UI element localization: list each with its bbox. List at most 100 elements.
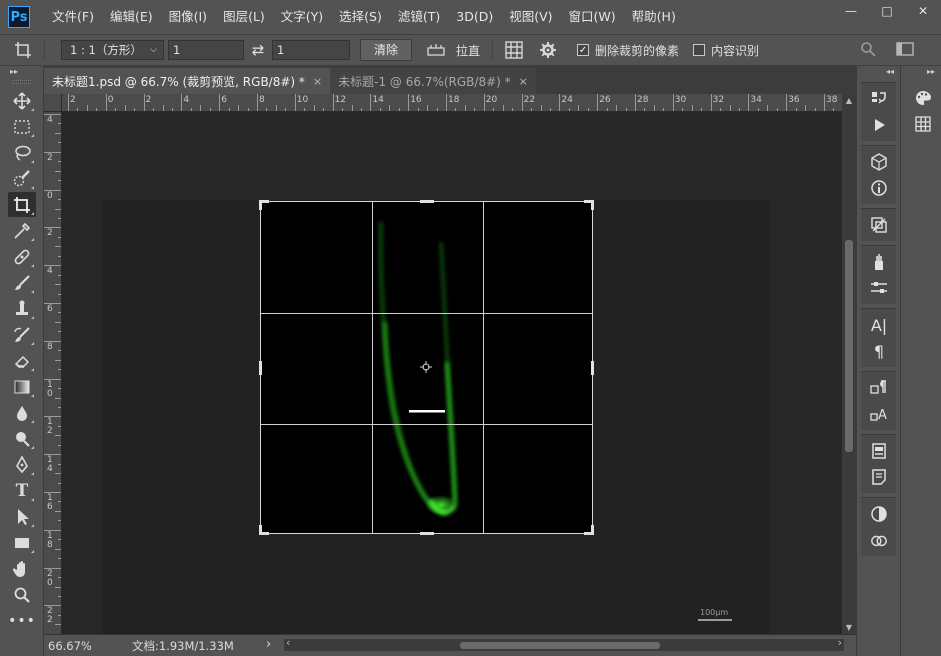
path-selection-tool-icon[interactable] xyxy=(8,504,36,529)
menu-item[interactable]: 选择(S) xyxy=(331,0,390,34)
scroll-down-icon[interactable]: ▼ xyxy=(842,623,856,632)
notes-panel-icon[interactable] xyxy=(861,464,897,490)
adjustments-panel-icon[interactable] xyxy=(861,275,897,301)
crop-handle-left[interactable] xyxy=(259,361,262,375)
menu-item[interactable]: 图层(L) xyxy=(215,0,273,34)
horizontal-ruler[interactable]: 2 0 2 4 6 8 10 12 14 16 18 20 22 24 26 28 30 32 34 36 38 xyxy=(62,94,842,112)
type-tool-icon[interactable]: T xyxy=(8,478,36,503)
ruler-tick xyxy=(294,94,296,111)
channels-panel-icon[interactable] xyxy=(861,212,897,238)
eraser-tool-icon[interactable] xyxy=(8,348,36,373)
more-tools-icon[interactable]: ••• xyxy=(8,608,36,633)
info-panel-icon[interactable] xyxy=(861,175,897,201)
search-icon[interactable] xyxy=(860,41,876,60)
swap-dimensions-icon[interactable]: ⇄ xyxy=(244,41,272,59)
collapse-panels-icon[interactable]: ◂◂ xyxy=(857,66,900,78)
history-brush-tool-icon[interactable] xyxy=(8,322,36,347)
scroll-left-icon[interactable]: ‹ xyxy=(286,636,290,649)
marquee-tool-icon[interactable] xyxy=(8,114,36,139)
menu-item[interactable]: 3D(D) xyxy=(448,0,501,34)
menu-item[interactable]: 图像(I) xyxy=(161,0,215,34)
clear-button[interactable]: 清除 xyxy=(360,39,412,61)
collapse-panels-icon[interactable]: ▸▸ xyxy=(901,66,941,78)
character-styles-icon[interactable]: A xyxy=(861,401,897,427)
menu-item[interactable]: 视图(V) xyxy=(501,0,560,34)
dodge-tool-icon[interactable] xyxy=(8,426,36,451)
close-icon[interactable]: × xyxy=(519,75,528,88)
horizontal-scroll-thumb[interactable] xyxy=(460,642,660,649)
crop-box[interactable] xyxy=(259,200,594,535)
menu-item[interactable]: 帮助(H) xyxy=(624,0,684,34)
crop-handle-bottom-right[interactable] xyxy=(591,525,594,535)
gradient-tool-icon[interactable] xyxy=(8,374,36,399)
crop-handle-bottom[interactable] xyxy=(420,532,434,535)
crop-height-input[interactable]: 1 xyxy=(272,40,350,60)
vertical-scrollbar[interactable]: ▲ ▼ xyxy=(842,94,856,634)
menu-item[interactable]: 窗口(W) xyxy=(561,0,624,34)
straighten-button[interactable]: 拉直 xyxy=(426,42,480,59)
menu-item[interactable]: 文件(F) xyxy=(44,0,102,34)
crop-handle-bottom-left[interactable] xyxy=(259,525,262,535)
paragraph-styles-icon[interactable] xyxy=(861,375,897,401)
zoom-level[interactable]: 66.67% xyxy=(48,639,118,653)
clone-stamp-tool-icon[interactable] xyxy=(8,296,36,321)
character-panel-icon[interactable]: A| xyxy=(861,312,897,338)
actions-panel-icon[interactable] xyxy=(861,112,897,138)
brush-presets-icon[interactable] xyxy=(861,249,897,275)
ruler-tick xyxy=(55,548,61,550)
palette-panel-icon[interactable] xyxy=(905,85,941,111)
brush-tool-icon[interactable] xyxy=(8,270,36,295)
close-window-button[interactable]: ✕ xyxy=(905,0,941,22)
blur-tool-icon[interactable] xyxy=(8,400,36,425)
history-panel-icon[interactable] xyxy=(861,86,897,112)
eyedropper-tool-icon[interactable] xyxy=(8,218,36,243)
rectangle-tool-icon[interactable] xyxy=(8,530,36,555)
vertical-ruler[interactable]: 4 2 0 2 4 6 8 1 0 1 2 1 4 1 6 1 8 2 0 2 2 xyxy=(44,112,62,634)
pen-tool-icon[interactable] xyxy=(8,452,36,477)
lasso-tool-icon[interactable] xyxy=(8,140,36,165)
minimize-button[interactable]: — xyxy=(833,0,869,22)
crop-tool-icon[interactable] xyxy=(8,192,36,217)
crop-width-input[interactable]: 1 xyxy=(168,40,244,60)
crop-tool-preset-icon[interactable] xyxy=(8,41,38,59)
delete-cropped-checkbox[interactable]: ✓ xyxy=(577,44,590,56)
canvas-area[interactable]: 100μm xyxy=(62,112,842,634)
move-tool-icon[interactable] xyxy=(8,88,36,113)
crop-handle-right[interactable] xyxy=(591,361,594,375)
zoom-tool-icon[interactable] xyxy=(8,582,36,607)
paragraph-panel-icon[interactable]: ¶ xyxy=(861,338,897,364)
color-panel-icon[interactable] xyxy=(861,501,897,527)
menu-item[interactable]: 编辑(E) xyxy=(102,0,161,34)
layer-comps-icon[interactable] xyxy=(861,438,897,464)
menu-item[interactable]: 文字(Y) xyxy=(273,0,331,34)
maximize-button[interactable]: □ xyxy=(869,0,905,22)
crop-handle-top-right[interactable] xyxy=(591,200,594,210)
scroll-right-icon[interactable]: › xyxy=(838,636,842,649)
delete-cropped-pixels-option[interactable]: ✓ 删除裁剪的像素 xyxy=(577,42,679,59)
content-aware-option[interactable]: 内容识别 xyxy=(693,42,759,59)
crop-handle-top[interactable] xyxy=(420,200,434,203)
gear-icon[interactable] xyxy=(533,42,563,58)
quick-selection-tool-icon[interactable] xyxy=(8,166,36,191)
hand-tool-icon[interactable] xyxy=(8,556,36,581)
crop-ratio-select[interactable]: 1 : 1（方形） ⌵ xyxy=(61,40,164,60)
ruler-origin[interactable] xyxy=(44,94,62,112)
vertical-scroll-thumb[interactable] xyxy=(845,240,853,452)
overlay-grid-icon[interactable] xyxy=(499,41,529,59)
close-icon[interactable]: × xyxy=(313,75,322,88)
scroll-up-icon[interactable]: ▲ xyxy=(842,96,856,105)
content-aware-checkbox[interactable] xyxy=(693,44,706,56)
collapse-tools-icon[interactable]: ▸▸ xyxy=(0,66,43,78)
horizontal-scrollbar[interactable]: ‹ › xyxy=(284,636,844,651)
crop-handle-top-left[interactable] xyxy=(259,200,262,210)
tools-panel-grip[interactable] xyxy=(12,80,31,84)
swatches-panel-icon[interactable] xyxy=(905,111,941,137)
menu-item[interactable]: 滤镜(T) xyxy=(390,0,448,34)
creative-cloud-libraries-icon[interactable] xyxy=(861,527,897,553)
healing-brush-tool-icon[interactable] xyxy=(8,244,36,269)
tab-document-2[interactable]: 未标题-1 @ 66.7%(RGB/8#) * × xyxy=(330,68,536,94)
3d-panel-icon[interactable] xyxy=(861,149,897,175)
status-menu-arrow-icon[interactable]: › xyxy=(266,637,271,652)
tab-document-1[interactable]: 未标题1.psd @ 66.7% (裁剪预览, RGB/8#) * × xyxy=(44,68,331,94)
workspace-icon[interactable] xyxy=(896,41,914,60)
